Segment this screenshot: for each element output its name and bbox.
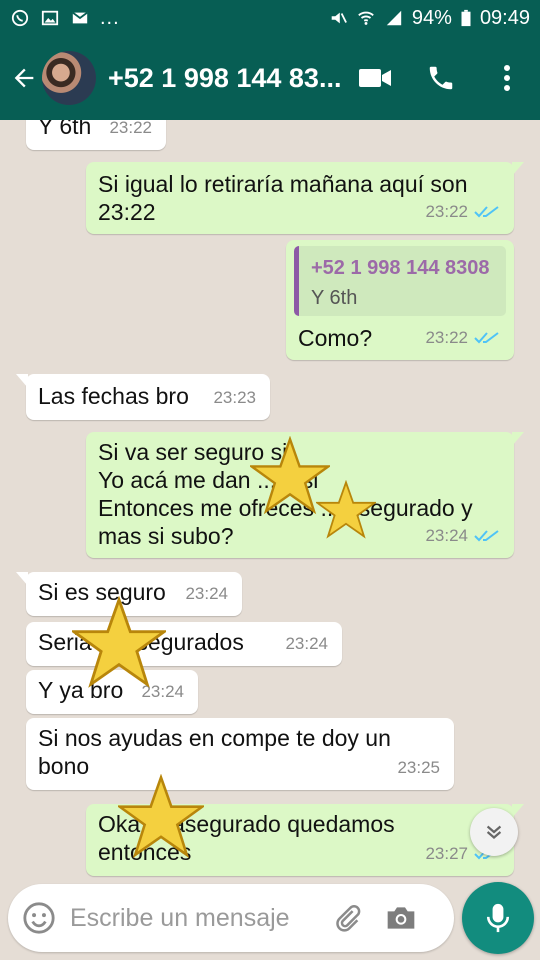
message-bubble-incoming[interactable]: Las fechas bro 23:23 [16,374,270,420]
message-timestamp: 23:24 [425,526,468,545]
message-time: 23:22 [425,324,500,352]
bubble-tail [512,804,524,818]
whatsapp-icon [11,9,29,27]
message-time: 23:24 [285,630,328,658]
star-sticker [316,480,376,539]
double-chevron-down-icon [486,825,502,839]
message-bubble-incoming[interactable]: Y 6th 23:22 [26,120,166,150]
camera-icon [387,907,415,929]
message-time: 23:22 [109,120,152,142]
arrow-left-icon [14,68,34,88]
message-timestamp: 23:23 [213,388,256,407]
message-timestamp: 23:22 [425,202,468,221]
message-timestamp: 23:25 [397,758,440,777]
camera-button[interactable] [374,884,428,952]
avatar[interactable] [42,51,96,105]
bubble-tail [16,374,28,388]
attach-button[interactable] [320,884,374,952]
message-timestamp: 23:24 [185,584,228,603]
signal-icon [386,10,402,26]
message-bubble-incoming[interactable]: Si nos ayudas en compe te doy un bono 23… [26,718,454,790]
read-ticks-icon [474,530,499,542]
mic-button[interactable] [462,882,534,954]
bubble-tail [512,162,524,176]
quoted-text: Y 6th [311,287,358,309]
status-bar: ... 94% 09:49 [0,0,540,36]
chat-area[interactable]: Y 6th 23:22 Si igual lo retiraría mañana… [0,120,540,880]
read-ticks-icon [474,332,499,344]
message-text: Si nos ayudas en compe te doy un bono [38,725,391,779]
quoted-sender: +52 1 998 144 8308 [311,257,490,279]
video-call-icon [359,69,391,87]
star-sticker [118,774,204,859]
emoji-icon [23,902,55,934]
message-bubble-outgoing[interactable]: Si igual lo retiraría mañana aquí son 23… [86,162,524,234]
contact-name[interactable]: +52 1 998 144 83... [108,63,340,94]
image-icon [41,10,59,26]
menu-button[interactable] [474,36,540,120]
mute-icon [331,12,347,24]
battery-percent: 94% [411,6,452,29]
back-button[interactable] [2,36,46,120]
message-input[interactable] [70,903,320,933]
message-timestamp: 23:22 [425,328,468,347]
video-call-button[interactable] [342,36,408,120]
message-timestamp: 23:22 [109,120,152,137]
more-notifications: ... [100,6,120,29]
voice-call-button[interactable] [408,36,474,120]
scroll-down-button[interactable] [470,808,518,856]
clock: 09:49 [479,6,530,29]
emoji-button[interactable] [8,884,70,952]
message-time: 23:23 [213,384,256,412]
message-time: 23:24 [185,580,228,608]
bubble-tail [512,432,524,446]
message-time: 23:24 [425,522,500,550]
message-bubble-outgoing[interactable]: +52 1 998 144 8308 Y 6th Como? 23:22 [286,240,514,360]
menu-dots-icon [504,65,510,91]
chat-header: +52 1 998 144 83... [0,36,540,120]
phone-icon [429,66,453,90]
star-sticker [72,596,166,688]
quoted-message[interactable]: +52 1 998 144 8308 Y 6th [294,246,506,316]
battery-icon [461,9,471,27]
wifi-icon [358,11,374,25]
message-timestamp: 23:27 [425,844,468,863]
message-text: Las fechas bro [38,383,189,409]
message-time: 23:25 [397,754,440,782]
message-composer [8,884,454,952]
bubble-tail [16,572,28,586]
message-timestamp: 23:24 [285,634,328,653]
microphone-icon [486,903,510,933]
message-text: Como? [298,325,373,351]
message-text: Y 6th [38,120,92,139]
mail-icon [72,11,88,24]
paperclip-icon [336,905,361,932]
message-time: 23:22 [425,198,500,226]
read-ticks-icon [474,206,499,218]
